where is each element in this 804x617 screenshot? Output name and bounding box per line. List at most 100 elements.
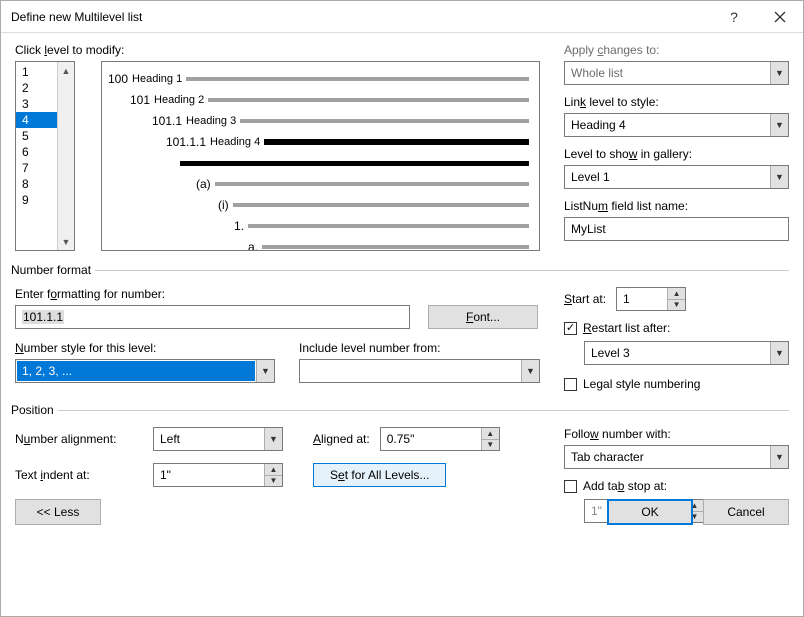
text-indent-label: Text indent at: — [15, 468, 143, 482]
level-item[interactable]: 9 — [16, 192, 57, 208]
preview-bar — [208, 98, 529, 102]
position-legend: Position — [11, 403, 58, 417]
chevron-down-icon[interactable]: ▼ — [256, 360, 274, 382]
spin-up-icon[interactable]: ▲ — [265, 464, 282, 475]
level-item[interactable]: 6 — [16, 144, 57, 160]
link-level-combo[interactable]: Heading 4 ▼ — [564, 113, 789, 137]
number-alignment-label: Number alignment: — [15, 432, 143, 446]
scroll-up-icon[interactable]: ▲ — [58, 62, 74, 79]
start-at-value: 1 — [617, 288, 667, 310]
start-at-spinner[interactable]: 1 ▲▼ — [616, 287, 686, 311]
restart-list-checkbox[interactable]: ✓ Restart list after: — [564, 321, 789, 335]
text-indent-value: 1" — [154, 464, 264, 486]
close-icon — [774, 11, 786, 23]
listnum-value: MyList — [571, 222, 606, 236]
preview-number: 1. — [234, 219, 244, 233]
set-for-all-levels-button[interactable]: Set for All Levels... — [313, 463, 446, 487]
listnum-input[interactable]: MyList — [564, 217, 789, 241]
level-item[interactable]: 8 — [16, 176, 57, 192]
preview-number: a. — [248, 240, 258, 251]
chevron-down-icon[interactable]: ▼ — [770, 446, 788, 468]
level-item[interactable]: 5 — [16, 128, 57, 144]
preview-row: a. — [108, 238, 529, 251]
chevron-down-icon[interactable]: ▼ — [770, 62, 788, 84]
aligned-at-spinner[interactable]: 0.75" ▲▼ — [380, 427, 500, 451]
preview-row: 1. — [108, 217, 529, 235]
restart-list-value: Level 3 — [585, 346, 770, 360]
chevron-down-icon[interactable]: ▼ — [770, 114, 788, 136]
checkbox-icon — [564, 480, 577, 493]
level-item[interactable]: 4 — [16, 112, 57, 128]
preview-bar — [262, 245, 529, 249]
text-indent-spinner[interactable]: 1" ▲▼ — [153, 463, 283, 487]
follow-number-label: Follow number with: — [564, 427, 789, 441]
start-at-label: Start at: — [564, 292, 606, 306]
scrollbar[interactable]: ▲ ▼ — [57, 62, 74, 250]
listnum-label: ListNum field list name: — [564, 199, 789, 213]
apply-changes-label: Apply changes to: — [564, 43, 789, 57]
enter-formatting-label: Enter formatting for number: — [15, 287, 540, 301]
preview-number: 100 — [108, 72, 128, 86]
chevron-down-icon[interactable]: ▼ — [770, 166, 788, 188]
preview-row: 101.1 Heading 3 — [108, 112, 529, 130]
close-button[interactable] — [757, 1, 803, 33]
restart-list-combo[interactable]: Level 3 ▼ — [584, 341, 789, 365]
titlebar: Define new Multilevel list ? — [1, 1, 803, 33]
checkbox-icon — [564, 378, 577, 391]
less-button[interactable]: << Less — [15, 499, 101, 525]
number-alignment-combo[interactable]: Left ▼ — [153, 427, 283, 451]
preview-number: 101.1 — [152, 114, 182, 128]
number-style-value: 1, 2, 3, ... — [17, 361, 255, 381]
preview-pane: 100Heading 1101Heading 2101.1Heading 310… — [101, 61, 540, 251]
enter-formatting-value: 101.1.1 — [22, 310, 64, 324]
preview-bar — [186, 77, 529, 81]
level-item[interactable]: 1 — [16, 64, 57, 80]
link-level-label: Link level to style: — [564, 95, 789, 109]
restart-list-label: Restart list after: — [583, 321, 670, 335]
preview-bar — [240, 119, 529, 123]
apply-changes-value: Whole list — [565, 66, 770, 80]
follow-number-combo[interactable]: Tab character ▼ — [564, 445, 789, 469]
preview-heading: Heading 4 — [210, 136, 260, 148]
chevron-down-icon[interactable]: ▼ — [770, 342, 788, 364]
cancel-button[interactable]: Cancel — [703, 499, 789, 525]
add-tab-stop-checkbox[interactable]: Add tab stop at: — [564, 479, 789, 493]
preview-row — [108, 154, 529, 172]
legal-numbering-checkbox[interactable]: Legal style numbering — [564, 377, 789, 391]
level-item[interactable]: 2 — [16, 80, 57, 96]
level-listbox[interactable]: 123456789 ▲ ▼ — [15, 61, 75, 251]
preview-heading: Heading 3 — [186, 115, 236, 127]
preview-number: (a) — [196, 177, 211, 191]
include-level-label: Include level number from: — [299, 341, 540, 355]
apply-changes-combo[interactable]: Whole list ▼ — [564, 61, 789, 85]
preview-bar — [248, 224, 529, 228]
link-level-value: Heading 4 — [565, 118, 770, 132]
preview-number: 101.1.1 — [166, 135, 206, 149]
aligned-at-value: 0.75" — [381, 428, 481, 450]
spin-up-icon[interactable]: ▲ — [668, 288, 685, 299]
number-style-label: Number style for this level: — [15, 341, 275, 355]
gallery-level-combo[interactable]: Level 1 ▼ — [564, 165, 789, 189]
chevron-down-icon[interactable]: ▼ — [264, 428, 282, 450]
preview-bar — [233, 203, 529, 207]
chevron-down-icon[interactable]: ▼ — [521, 360, 539, 382]
scroll-down-icon[interactable]: ▼ — [58, 233, 74, 250]
spin-down-icon[interactable]: ▼ — [668, 299, 685, 311]
number-alignment-value: Left — [154, 432, 264, 446]
number-style-combo[interactable]: 1, 2, 3, ... ▼ — [15, 359, 275, 383]
aligned-at-label: Aligned at: — [313, 432, 370, 446]
include-level-combo[interactable]: ▼ — [299, 359, 540, 383]
preview-row: 101Heading 2 — [108, 91, 529, 109]
spin-up-icon[interactable]: ▲ — [482, 428, 499, 439]
font-button[interactable]: Font... — [428, 305, 538, 329]
level-item[interactable]: 7 — [16, 160, 57, 176]
help-button[interactable]: ? — [711, 1, 757, 33]
spin-down-icon[interactable]: ▼ — [482, 439, 499, 451]
preview-number: (i) — [218, 198, 229, 212]
ok-button[interactable]: OK — [607, 499, 693, 525]
enter-formatting-input[interactable]: 101.1.1 — [15, 305, 410, 329]
add-tab-stop-label: Add tab stop at: — [583, 479, 667, 493]
level-item[interactable]: 3 — [16, 96, 57, 112]
spin-down-icon[interactable]: ▼ — [265, 475, 282, 487]
preview-bar — [264, 139, 529, 145]
